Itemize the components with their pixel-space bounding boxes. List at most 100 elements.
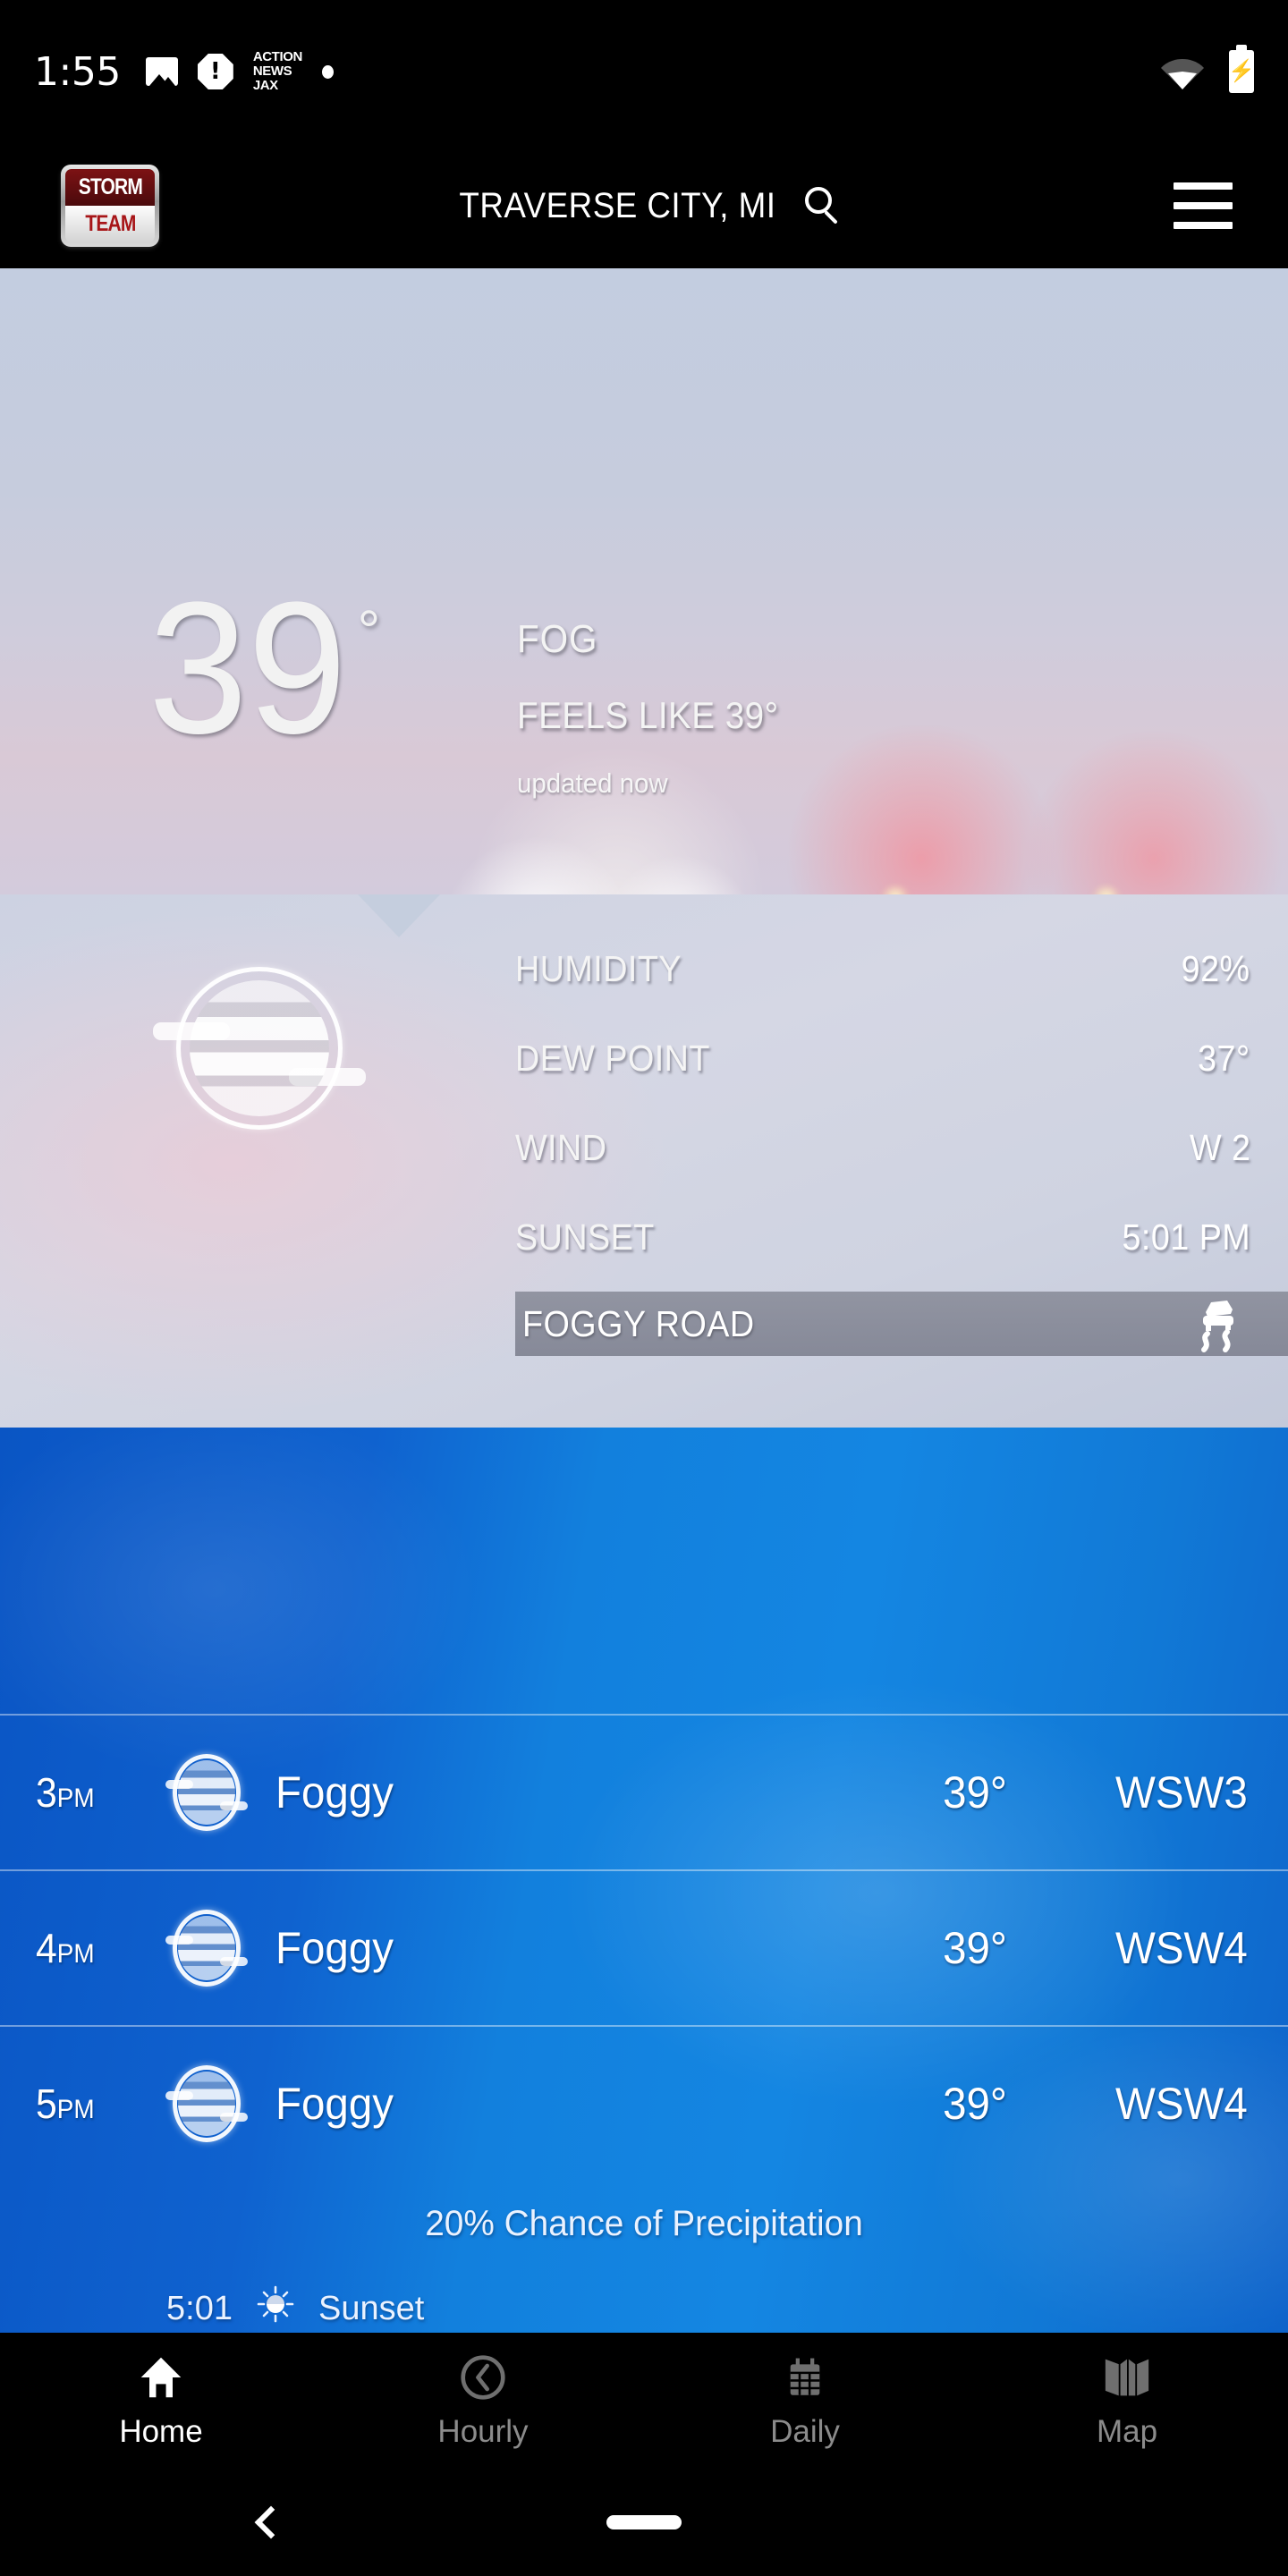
hourly-condition: Foggy xyxy=(275,1767,394,1818)
hourly-time: 4PM xyxy=(36,1924,148,1972)
hourly-icon-slot xyxy=(157,1754,256,1831)
taillight-glow-2 xyxy=(1091,886,1122,894)
detail-label: SUNSET xyxy=(515,1216,655,1258)
search-icon[interactable] xyxy=(805,187,843,225)
weather-app-screen: 1:55 ! ACTION NEWS JAX ⚡ STORM TEAM TRAV… xyxy=(0,0,1288,2576)
fog-icon xyxy=(152,967,367,1130)
tab-map-label: Map xyxy=(1096,2414,1158,2449)
status-clock: 1:55 xyxy=(34,48,121,95)
hourly-row[interactable]: 3PM Foggy 39° WSW3 xyxy=(0,1714,1288,1869)
tab-home-label: Home xyxy=(119,2414,203,2449)
taillight-glow-1 xyxy=(880,886,911,894)
hourly-period: PM xyxy=(56,1784,95,1813)
system-navigation-bar xyxy=(0,2469,1288,2576)
current-temperature-group: 39 ° xyxy=(143,563,381,773)
location-search-group: TRAVERSE CITY, MI xyxy=(0,186,1288,226)
hourly-temperature: 39° xyxy=(943,2079,1007,2129)
battery-charging-icon: ⚡ xyxy=(1228,45,1255,93)
anj-line-3: JAX xyxy=(252,77,278,93)
hourly-condition: Foggy xyxy=(275,2079,394,2129)
alert-octagon-icon: ! xyxy=(197,54,233,89)
dot-icon xyxy=(321,64,334,79)
anj-line-2: NEWS xyxy=(252,64,292,80)
alert-glyph: ! xyxy=(209,58,221,85)
foggy-road-alert-bar[interactable]: FOGGY ROAD xyxy=(515,1292,1288,1356)
hourly-forecast-list: 3PM Foggy 39° WSW3 4PM Foggy 39° WSW4 5P… xyxy=(0,1428,1288,2333)
hourly-period: PM xyxy=(56,2095,95,2124)
hourly-hour: 4 xyxy=(36,1925,57,1971)
current-condition-group: FOG FEELS LIKE 39° updated now xyxy=(517,617,801,800)
sunset-time: 5:01 xyxy=(166,2289,233,2327)
slippery-road-icon xyxy=(1188,1294,1247,1353)
detail-row: HUMIDITY 92% xyxy=(515,948,1288,1038)
tab-home[interactable]: Home xyxy=(0,2333,322,2469)
clock-icon xyxy=(460,2351,506,2403)
current-city-label[interactable]: TRAVERSE CITY, MI xyxy=(459,186,775,226)
charging-bolt-glyph: ⚡ xyxy=(1228,59,1255,83)
fog-icon xyxy=(165,1754,248,1831)
hourly-time: 5PM xyxy=(36,2080,148,2128)
logo-top-label: STORM xyxy=(78,174,142,199)
detail-value: W 2 xyxy=(1189,1127,1250,1168)
status-notification-icons: ! ACTION NEWS JAX xyxy=(145,49,334,93)
detail-label: WIND xyxy=(515,1127,607,1168)
app-header-bar: STORM TEAM TRAVERSE CITY, MI xyxy=(0,143,1288,268)
detail-label: DEW POINT xyxy=(515,1038,710,1079)
hourly-row[interactable]: 5PM Foggy 39° WSW4 xyxy=(0,2025,1288,2181)
hourly-wind: WSW4 xyxy=(1114,2079,1248,2129)
home-icon xyxy=(138,2351,184,2403)
current-condition-label: FOG xyxy=(517,617,598,661)
detail-value: 37° xyxy=(1198,1038,1250,1079)
hourly-top-spacer xyxy=(0,1428,1288,1714)
hamburger-menu-icon[interactable] xyxy=(1174,182,1233,229)
sunset-label: Sunset xyxy=(318,2289,425,2327)
hourly-temperature: 39° xyxy=(943,1923,1007,1973)
calendar-icon xyxy=(784,2351,826,2403)
map-icon xyxy=(1102,2351,1152,2403)
hourly-hour: 5 xyxy=(36,2080,57,2127)
fog-icon xyxy=(165,1910,248,1987)
logo-bottom-label: TEAM xyxy=(84,211,136,236)
action-news-jax-icon: ACTION NEWS JAX xyxy=(252,49,303,93)
hourly-hour: 3 xyxy=(36,1769,57,1816)
detail-row: DEW POINT 37° xyxy=(515,1038,1288,1127)
tab-hourly-label: Hourly xyxy=(437,2414,529,2449)
hourly-condition: Foggy xyxy=(275,1923,394,1973)
home-pill-icon[interactable] xyxy=(606,2515,682,2529)
status-system-icons: ⚡ xyxy=(1159,45,1255,93)
tab-map[interactable]: Map xyxy=(966,2333,1288,2469)
tab-daily[interactable]: Daily xyxy=(644,2333,966,2469)
tab-daily-label: Daily xyxy=(770,2414,840,2449)
hourly-temperature: 39° xyxy=(943,1767,1007,1818)
detail-value: 92% xyxy=(1182,948,1250,989)
storm-team-logo[interactable]: STORM TEAM xyxy=(61,165,159,247)
details-panel-notch xyxy=(358,894,440,937)
bottom-tab-bar: Home Hourly Daily Map xyxy=(0,2333,1288,2469)
hourly-precip-note: 20% Chance of Precipitation xyxy=(425,2203,863,2243)
details-list: HUMIDITY 92% DEW POINT 37° WIND W 2 SUNS… xyxy=(515,948,1288,1306)
updated-timestamp: updated now xyxy=(517,767,668,799)
degree-symbol: ° xyxy=(357,598,381,663)
wifi-icon xyxy=(1159,54,1206,89)
foggy-road-alert-label: FOGGY ROAD xyxy=(522,1302,755,1344)
feels-like-label: FEELS LIKE 39° xyxy=(517,694,779,736)
detail-row: WIND W 2 xyxy=(515,1127,1288,1216)
hourly-icon-slot xyxy=(157,1910,256,1987)
hourly-period: PM xyxy=(56,1939,95,1969)
anj-line-1: ACTION xyxy=(252,49,303,65)
hourly-icon-slot xyxy=(157,2065,256,2142)
detail-label: HUMIDITY xyxy=(515,948,682,989)
image-icon xyxy=(145,57,178,86)
system-status-bar: 1:55 ! ACTION NEWS JAX ⚡ xyxy=(0,0,1288,143)
fog-icon xyxy=(165,2065,248,2142)
current-temperature: 39 xyxy=(148,563,347,773)
sunset-icon xyxy=(256,2284,295,2333)
hourly-sunset-row: 5:01 Sunset xyxy=(0,2267,1288,2333)
hourly-wind: WSW3 xyxy=(1114,1767,1248,1818)
back-chevron-icon[interactable] xyxy=(254,2505,288,2539)
hourly-row[interactable]: 4PM Foggy 39° WSW4 xyxy=(0,1869,1288,2025)
hourly-time: 3PM xyxy=(36,1768,148,1817)
detail-value: 5:01 PM xyxy=(1122,1216,1250,1258)
hourly-wind: WSW4 xyxy=(1114,1923,1248,1973)
tab-hourly[interactable]: Hourly xyxy=(322,2333,644,2469)
